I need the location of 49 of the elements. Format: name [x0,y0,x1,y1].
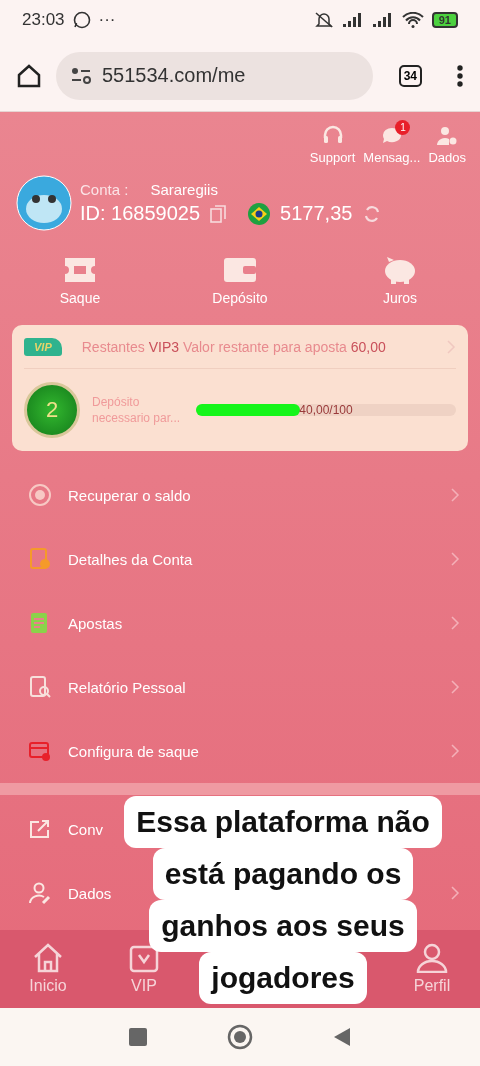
balance: 5177,35 [280,202,353,225]
menu-item-label[interactable]: Conv [68,820,104,838]
muted-bell-icon [313,11,334,29]
share-icon [28,817,52,841]
user-icon [416,943,448,973]
progress-reading: 40,00/100 [299,403,353,417]
header-action[interactable]: Dados [428,124,466,165]
chat-app-icon [72,11,91,29]
flag-icon [248,202,271,225]
site-settings-icon [70,66,92,85]
wifi-icon [401,12,424,28]
menu-item-label[interactable]: Detalhes da Conta [68,550,193,568]
menu-item-label[interactable]: Configura de saque [68,742,199,760]
menu-item-label[interactable]: Apostas [68,614,123,632]
nav-tab[interactable]: Inicio [29,943,67,995]
tab-count-button[interactable]: 34 [398,64,422,87]
quick-action-button[interactable]: Depósito [180,255,300,307]
signal-icon [341,12,364,28]
address-bar[interactable]: 551534.com/me [56,51,373,100]
menu-button[interactable] [456,63,464,88]
home-nav-button[interactable] [227,1024,253,1050]
vip-remaining-text: Restantes VIP3 Valor restante para aposta 60,00 [81,338,387,355]
home-icon [32,943,64,973]
menu-item-label[interactable]: Dados [68,884,112,902]
menu-item-label[interactable]: Relatório Pessoal [68,678,186,696]
vip-level-medal: 2 [24,382,80,438]
quick-action-button[interactable]: Juros [340,255,460,307]
battery-level: 91 [431,12,458,28]
notification-badge: 1 [395,120,411,135]
signal-icon [371,12,394,28]
account-name: Sararegiis [150,181,218,198]
vip-tag: VIP [24,337,62,356]
more-notifications: ··· [98,10,116,30]
avatar [16,175,72,231]
header-action[interactable]: Support [309,124,356,165]
user-id: ID: 16859025 [80,202,201,225]
account-label: Conta : [80,181,129,198]
report-search-icon [28,675,52,699]
ticket-icon [63,256,97,284]
back-button[interactable] [333,1027,351,1047]
clock-time: 23:03 [22,10,65,30]
wallet-icon [223,256,257,284]
document-icon [28,547,52,571]
menu-item-label[interactable]: Recuperar o saldo [68,486,191,504]
vip-calendar-icon [128,943,160,973]
home-button[interactable] [16,62,42,89]
deposit-requirement: Depósito necessario par... [92,394,182,426]
user-edit-icon [28,881,52,905]
quick-action-button[interactable]: Saque [20,255,140,307]
